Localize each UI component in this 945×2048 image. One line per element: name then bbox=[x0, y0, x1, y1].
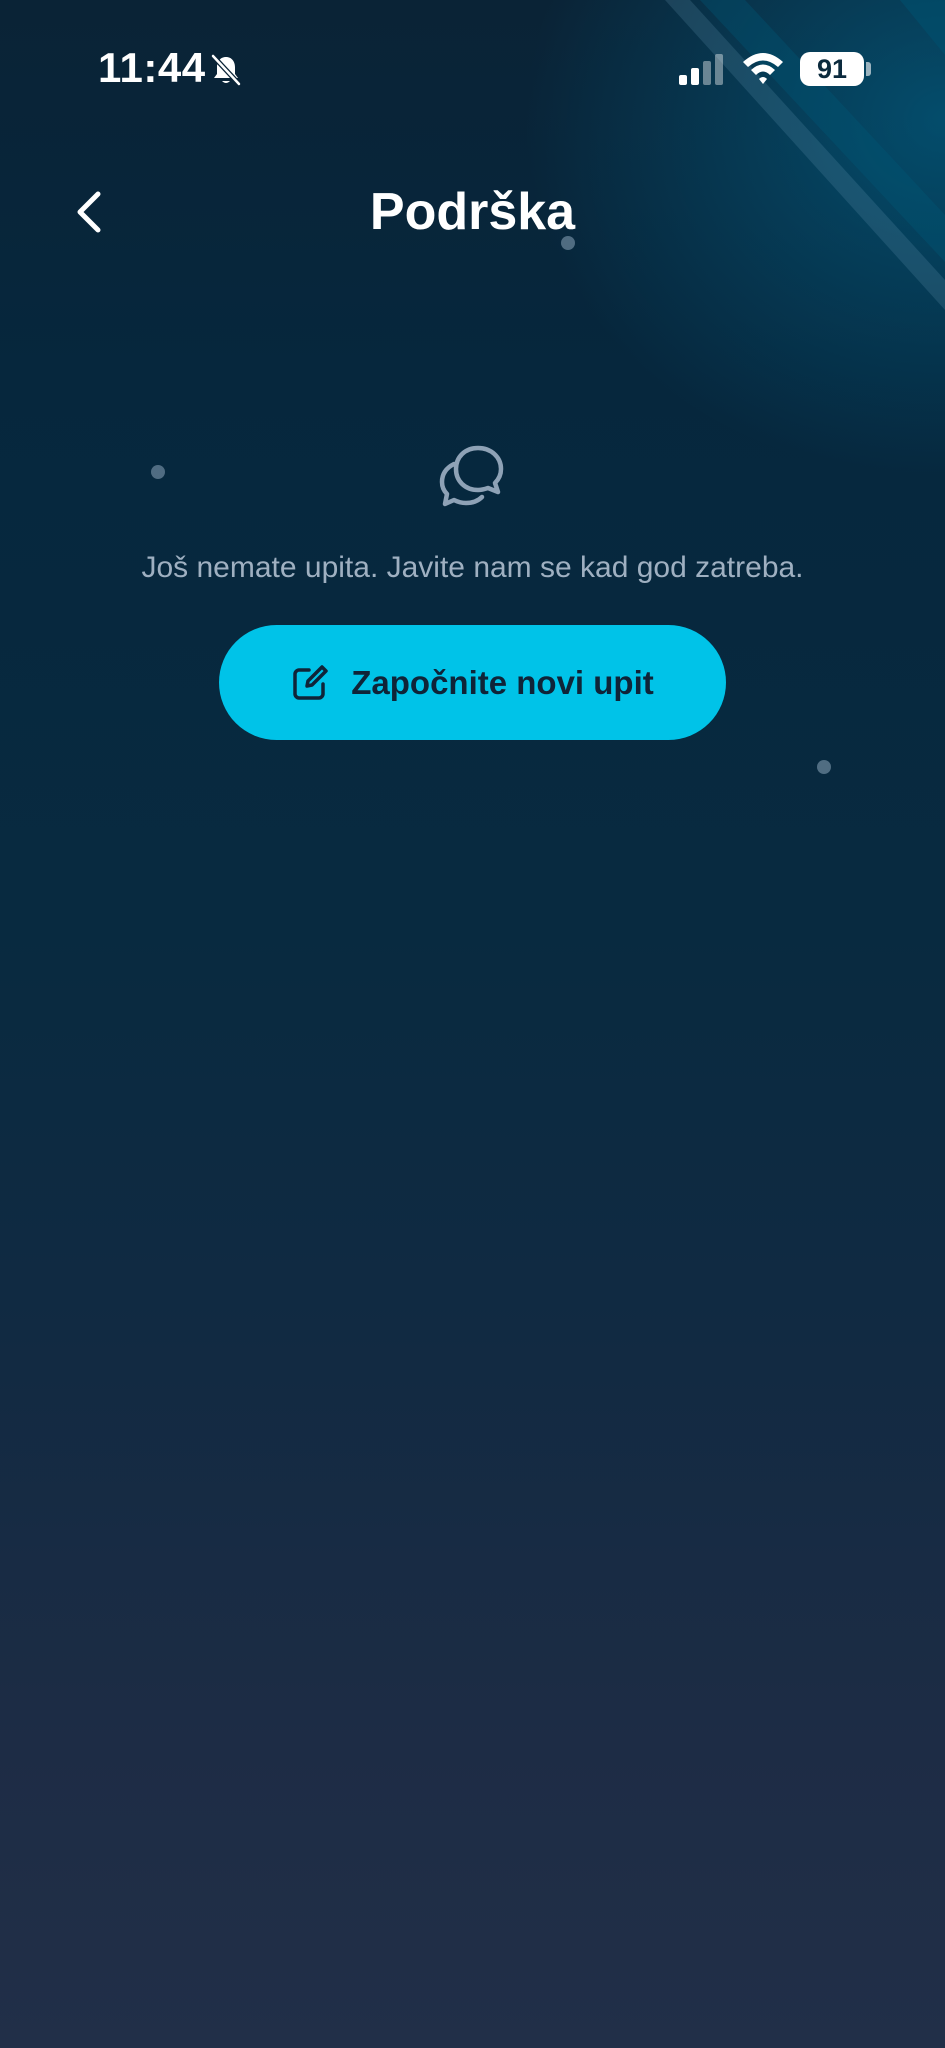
support-screen: 11:44 91 Podrška Još nemate upita. Javit… bbox=[0, 0, 945, 2048]
edit-icon bbox=[293, 664, 328, 700]
battery-level: 91 bbox=[816, 54, 848, 84]
decorative-dot bbox=[151, 465, 165, 479]
empty-state-message: Još nemate upita. Javite nam se kad god … bbox=[141, 551, 804, 584]
decorative-dot bbox=[817, 760, 831, 774]
cellular-signal-icon bbox=[679, 54, 723, 85]
wifi-icon bbox=[743, 53, 783, 84]
chat-bubbles-icon bbox=[439, 445, 504, 507]
status-bar: 11:44 91 bbox=[0, 0, 945, 140]
status-time: 11:44 bbox=[98, 44, 206, 91]
battery-icon: 91 bbox=[800, 52, 864, 86]
start-new-query-button[interactable]: Započnite novi upit bbox=[219, 625, 726, 740]
start-new-query-label: Započnite novi upit bbox=[351, 663, 654, 701]
battery-tip bbox=[866, 62, 871, 76]
page-title: Podrška bbox=[369, 183, 576, 241]
bell-slash-icon bbox=[211, 54, 241, 86]
background-decoration bbox=[665, 0, 945, 310]
